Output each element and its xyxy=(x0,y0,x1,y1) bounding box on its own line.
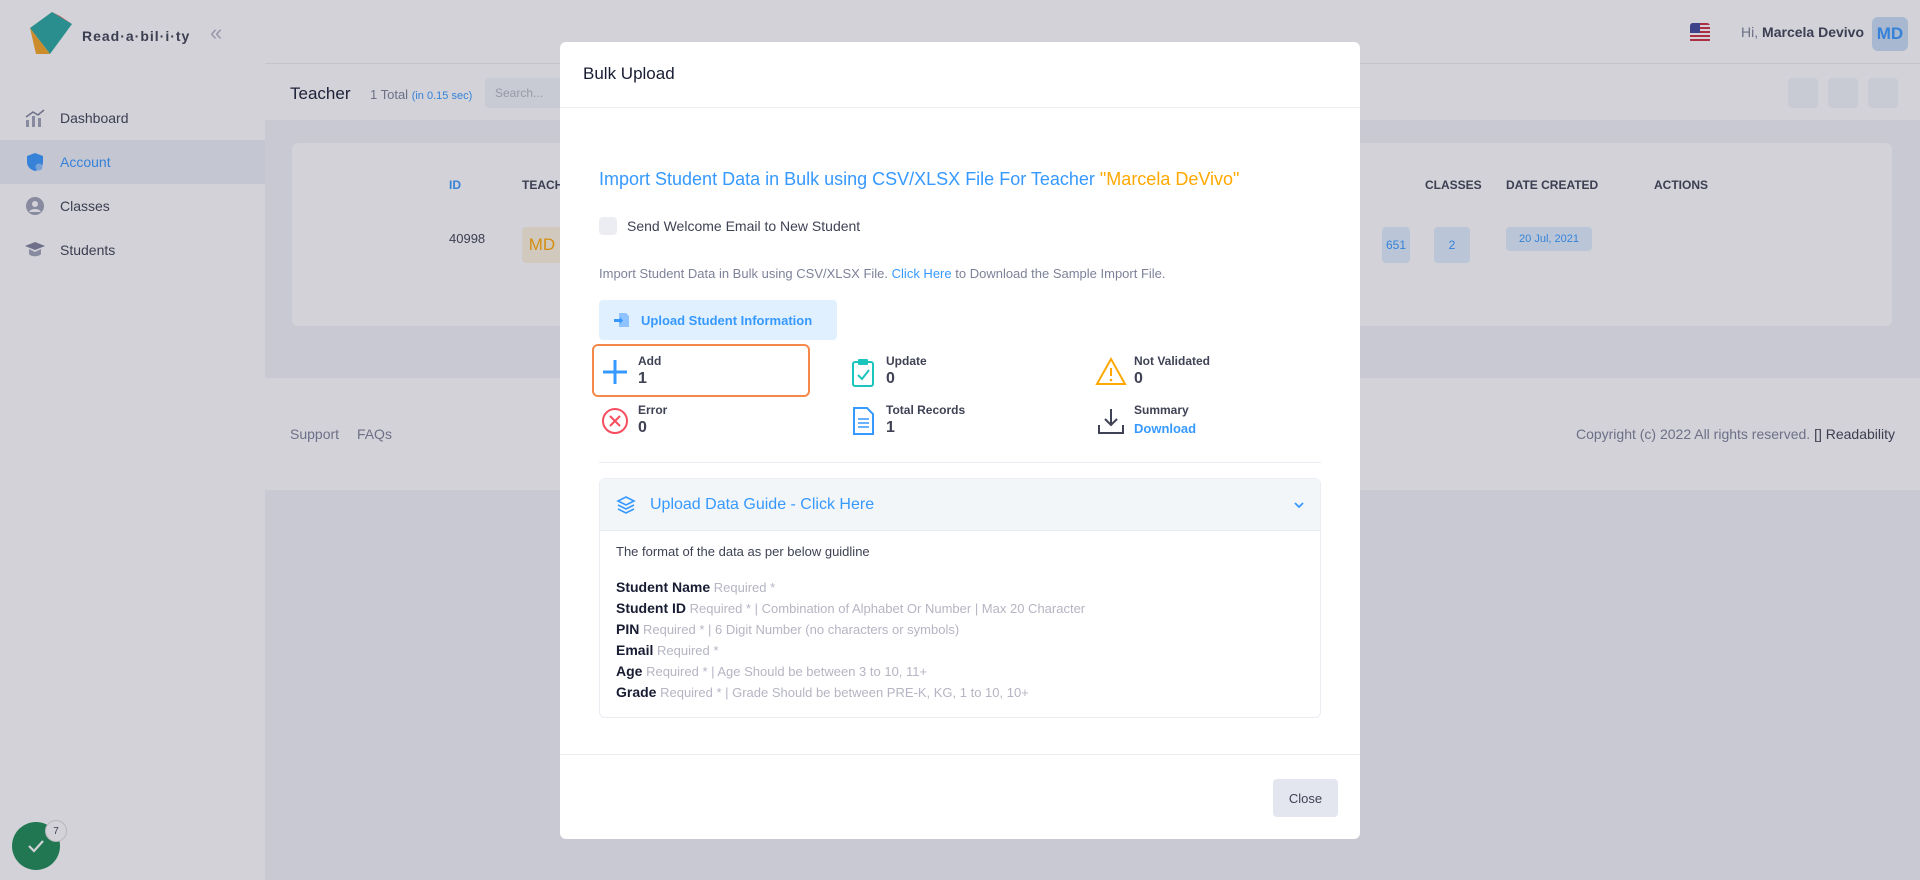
field-rule: Required * xyxy=(713,580,776,595)
guide-body: The format of the data as per below guid… xyxy=(600,531,1320,716)
upload-data-guide-toggle[interactable]: Upload Data Guide - Click Here xyxy=(600,479,1320,531)
guide-intro: The format of the data as per below guid… xyxy=(616,544,870,559)
stat-total-records-value: 1 xyxy=(886,419,895,436)
stat-update-label: Update xyxy=(886,354,927,368)
field-rule: Required * | Grade Should be between PRE… xyxy=(660,685,1029,700)
layers-icon xyxy=(616,495,636,514)
stat-add-label: Add xyxy=(638,354,662,368)
import-heading: Import Student Data in Bulk using CSV/XL… xyxy=(599,169,1239,190)
guide-field: Email Required * xyxy=(616,640,1304,661)
field-name: Email xyxy=(616,642,654,658)
send-welcome-email-option[interactable]: Send Welcome Email to New Student xyxy=(599,217,860,235)
stat-add: Add 1 xyxy=(599,350,799,398)
warning-icon xyxy=(1095,356,1127,385)
field-name: Age xyxy=(616,663,643,679)
stat-add-value: 1 xyxy=(638,370,647,387)
field-name: Student ID xyxy=(616,600,686,616)
file-import-icon xyxy=(614,313,629,327)
stat-update-value: 0 xyxy=(886,370,895,387)
teacher-name: "Marcela DeVivo" xyxy=(1099,169,1240,189)
summary-download-link[interactable]: Download xyxy=(1134,421,1196,436)
download-sample-link[interactable]: Click Here xyxy=(892,266,952,281)
field-name: PIN xyxy=(616,621,640,637)
guide-field: Age Required * | Age Should be between 3… xyxy=(616,661,1304,682)
import-heading-text: Import Student Data in Bulk using CSV/XL… xyxy=(599,169,1095,189)
send-welcome-email-checkbox[interactable] xyxy=(599,217,617,235)
field-rule: Required * xyxy=(656,643,719,658)
divider xyxy=(599,462,1321,463)
stat-error-value: 0 xyxy=(638,419,647,436)
stat-summary: Summary Download xyxy=(1095,399,1295,447)
stat-update: Update 0 xyxy=(847,350,1047,398)
error-circle-icon xyxy=(602,408,628,434)
guide-field: Grade Required * | Grade Should be betwe… xyxy=(616,682,1304,703)
stat-not-validated-label: Not Validated xyxy=(1134,354,1211,368)
bulk-upload-modal: Bulk Upload Import Student Data in Bulk … xyxy=(560,42,1360,839)
stat-error: Error 0 xyxy=(599,399,799,447)
upload-data-guide: Upload Data Guide - Click Here The forma… xyxy=(599,478,1321,718)
import-description: Import Student Data in Bulk using CSV/XL… xyxy=(599,266,1166,281)
plus-icon xyxy=(603,360,627,384)
field-name: Grade xyxy=(616,684,657,700)
stat-not-validated: Not Validated 0 xyxy=(1095,350,1295,398)
clipboard-check-icon xyxy=(852,359,874,387)
guide-field: Student Name Required * xyxy=(616,577,1304,598)
field-rule: Required * | Combination of Alphabet Or … xyxy=(689,601,1086,616)
guide-field: PIN Required * | 6 Digit Number (no char… xyxy=(616,619,1304,640)
stat-total-records: Total Records 1 xyxy=(847,399,1047,447)
upload-button-label: Upload Student Information xyxy=(641,312,813,328)
guide-field: Student ID Required * | Combination of A… xyxy=(616,598,1304,619)
modal-title: Bulk Upload xyxy=(560,42,1360,108)
upload-student-information-button[interactable]: Upload Student Information xyxy=(599,300,837,340)
stat-total-records-label: Total Records xyxy=(886,403,966,417)
modal-footer: Close xyxy=(560,754,1360,839)
field-rule: Required * | 6 Digit Number (no characte… xyxy=(642,622,960,637)
document-icon xyxy=(853,407,874,435)
import-desc-suffix: to Download the Sample Import File. xyxy=(955,266,1166,281)
import-desc-prefix: Import Student Data in Bulk using CSV/XL… xyxy=(599,266,889,281)
guide-title: Upload Data Guide - Click Here xyxy=(650,495,875,513)
stat-error-label: Error xyxy=(638,403,668,417)
chevron-down-icon xyxy=(1294,502,1304,509)
send-welcome-email-label: Send Welcome Email to New Student xyxy=(627,218,861,234)
close-button[interactable]: Close xyxy=(1273,779,1338,817)
stat-not-validated-value: 0 xyxy=(1134,370,1143,387)
field-name: Student Name xyxy=(616,579,711,595)
field-rule: Required * | Age Should be between 3 to … xyxy=(646,664,928,679)
download-icon xyxy=(1098,409,1124,434)
stat-summary-label: Summary xyxy=(1134,403,1189,417)
